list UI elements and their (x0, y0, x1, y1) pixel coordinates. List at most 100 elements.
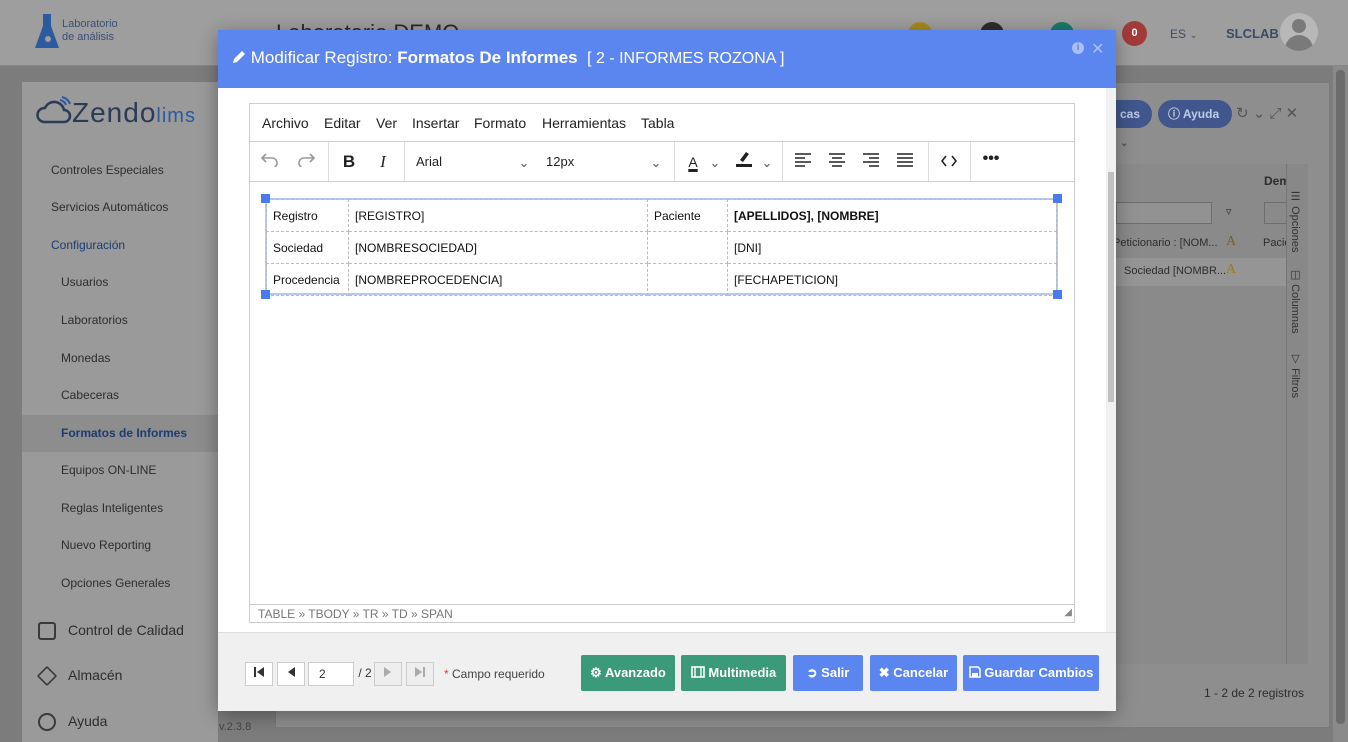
align-right-icon[interactable] (858, 149, 884, 175)
table-cell[interactable] (647, 231, 728, 264)
bold-icon[interactable]: B (336, 149, 362, 175)
table-cell[interactable] (647, 263, 728, 296)
sidebar-item-almacen[interactable]: Almacén (22, 657, 218, 694)
chevron-down-icon[interactable]: ⌄ (514, 149, 534, 175)
first-page-button[interactable] (245, 662, 273, 686)
table-cell[interactable]: [APELLIDOS], [NOMBRE] (727, 199, 1057, 232)
sidebar: Zendolims Controles Especiales Servicios… (22, 82, 218, 742)
sidebar-item-cabeceras[interactable]: Cabeceras (22, 377, 218, 414)
flask-icon (35, 14, 59, 48)
element-path[interactable]: TABLE » TBODY » TR » TD » SPAN (258, 607, 453, 621)
menu-insertar[interactable]: Insertar (412, 115, 459, 131)
chevron-down-icon[interactable]: ⌄ (646, 149, 666, 175)
text-color-icon[interactable]: A (682, 149, 704, 175)
resize-grip-icon[interactable]: ◢ (1064, 604, 1072, 622)
sidebar-item-control-de-calidad[interactable]: Control de Calidad (22, 612, 218, 649)
page-total: / 2 (358, 666, 372, 680)
bg-filter-input[interactable] (1116, 202, 1212, 224)
bg-panel-columnas[interactable]: ◫ Columnas (1289, 268, 1302, 334)
sidebar-item-controles-especiales[interactable]: Controles Especiales (22, 152, 218, 189)
user-name[interactable]: SLCLAB (1226, 26, 1279, 41)
menu-herramientas[interactable]: Herramientas (542, 115, 626, 131)
menu-formato[interactable]: Formato (474, 115, 526, 131)
italic-icon[interactable]: I (370, 149, 396, 175)
bg-button-ayuda[interactable]: ⓘ Ayuda (1158, 100, 1232, 128)
table-cell[interactable]: Paciente (647, 199, 728, 232)
highlight-icon[interactable] (732, 149, 756, 175)
chevron-down-icon[interactable]: ⌄ (708, 149, 722, 175)
sidebar-item-monedas[interactable]: Monedas (22, 340, 218, 377)
font-family-select[interactable]: Arial (416, 154, 442, 169)
sidebar-item-laboratorios[interactable]: Laboratorios (22, 302, 218, 339)
bg-filter-icon[interactable]: ▿ (1226, 205, 1232, 218)
bg-window-controls[interactable]: ↻ ⌄ ⤢ ✕ (1236, 104, 1298, 122)
exit-button[interactable]: ➲ Salir (793, 655, 863, 691)
redo-icon[interactable] (294, 149, 318, 175)
align-left-icon[interactable] (790, 149, 816, 175)
cancel-button[interactable]: ✖ Cancelar (870, 655, 957, 691)
next-page-button[interactable] (374, 662, 402, 686)
lab-logo[interactable]: Laboratorio de análisis (34, 10, 144, 54)
bg-panel-filtros[interactable]: ▽ Filtros (1289, 352, 1302, 398)
report-table[interactable]: Registro [REGISTRO] Paciente [APELLIDOS]… (266, 199, 1057, 296)
page-input[interactable]: 2 (308, 662, 354, 686)
modal-scrollbar[interactable] (1106, 88, 1116, 632)
sidebar-item-servicios-automaticos[interactable]: Servicios Automáticos (22, 189, 218, 226)
table-cell[interactable]: Procedencia (266, 263, 349, 296)
sidebar-item-formatos-de-informes[interactable]: Formatos de Informes (22, 415, 218, 452)
table-cell[interactable]: [NOMBRESOCIEDAD] (348, 231, 648, 264)
table-cell[interactable]: [REGISTRO] (348, 199, 648, 232)
bg-font-icon-2[interactable]: A (1226, 262, 1236, 278)
sidebar-item-reglas-inteligentes[interactable]: Reglas Inteligentes (22, 490, 218, 527)
resize-handle[interactable] (261, 290, 270, 299)
table-cell[interactable]: Registro (266, 199, 349, 232)
table-cell[interactable]: [NOMBREPROCEDENCIA] (348, 263, 648, 296)
menu-tabla[interactable]: Tabla (641, 115, 674, 131)
sidebar-item-ayuda[interactable]: Ayuda (22, 703, 218, 740)
align-justify-icon[interactable] (892, 149, 918, 175)
table-cell[interactable]: Sociedad (266, 231, 349, 264)
menu-ver[interactable]: Ver (376, 115, 397, 131)
editor-content[interactable]: Registro [REGISTRO] Paciente [APELLIDOS]… (250, 183, 1074, 603)
menu-editar[interactable]: Editar (324, 115, 361, 131)
prev-page-button[interactable] (277, 662, 305, 686)
save-button[interactable]: Guardar Cambios (963, 655, 1099, 691)
chevron-down-icon[interactable]: ⌄ (760, 149, 774, 175)
more-icon[interactable]: ••• (978, 149, 1004, 175)
table-cell[interactable]: [DNI] (727, 231, 1057, 264)
info-icon[interactable]: i (1072, 42, 1084, 54)
sidebar-item-configuracion[interactable]: Configuración (22, 227, 218, 264)
table-cell[interactable]: [FECHAPETICION] (727, 263, 1057, 296)
bg-grid-area: Dem ▿ Peticionario : [NOM... A Pacie Soc… (1113, 164, 1308, 664)
font-size-select[interactable]: 12px (546, 154, 574, 169)
page-scrollbar[interactable] (1333, 66, 1348, 742)
bg-panel-opciones[interactable]: ☰ Opciones (1289, 190, 1302, 253)
last-page-button[interactable] (406, 662, 434, 686)
align-center-icon[interactable] (824, 149, 850, 175)
table-row: Sociedad [NOMBRESOCIEDAD] [DNI] (266, 231, 1057, 264)
sidebar-item-opciones-generales[interactable]: Opciones Generales (22, 565, 218, 602)
modal-header: Modificar Registro: Formatos De Informes… (218, 30, 1116, 88)
avatar[interactable] (1280, 13, 1318, 51)
multimedia-button[interactable]: Multimedia (681, 655, 786, 691)
resize-handle[interactable] (1053, 290, 1062, 299)
notification-badge[interactable]: 0 (1122, 21, 1147, 46)
advanced-button[interactable]: ⚙ Avanzado (581, 655, 675, 691)
bg-button-cas[interactable]: cas ⌄ (1110, 100, 1152, 149)
resize-handle[interactable] (1053, 194, 1062, 203)
cloud-icon (36, 96, 72, 124)
menu-archivo[interactable]: Archivo (262, 115, 309, 131)
logo-line1: Laboratorio (62, 18, 118, 30)
language-selector[interactable]: ES ⌄ (1170, 27, 1198, 41)
source-code-icon[interactable] (936, 149, 962, 175)
undo-icon[interactable] (258, 149, 282, 175)
sidebar-item-usuarios[interactable]: Usuarios (22, 264, 218, 301)
film-icon (690, 666, 705, 678)
close-icon[interactable]: ✕ (1091, 39, 1104, 59)
sidebar-item-equipos-online[interactable]: Equipos ON-LINE (22, 452, 218, 489)
resize-handle[interactable] (261, 194, 270, 203)
rich-text-editor: Archivo Editar Ver Insertar Formato Herr… (249, 103, 1075, 623)
sidebar-item-nuevo-reporting[interactable]: Nuevo Reporting (22, 527, 218, 564)
bg-cell-peticionario: Peticionario : [NOM... (1113, 237, 1218, 249)
bg-font-icon[interactable]: A (1226, 234, 1236, 250)
